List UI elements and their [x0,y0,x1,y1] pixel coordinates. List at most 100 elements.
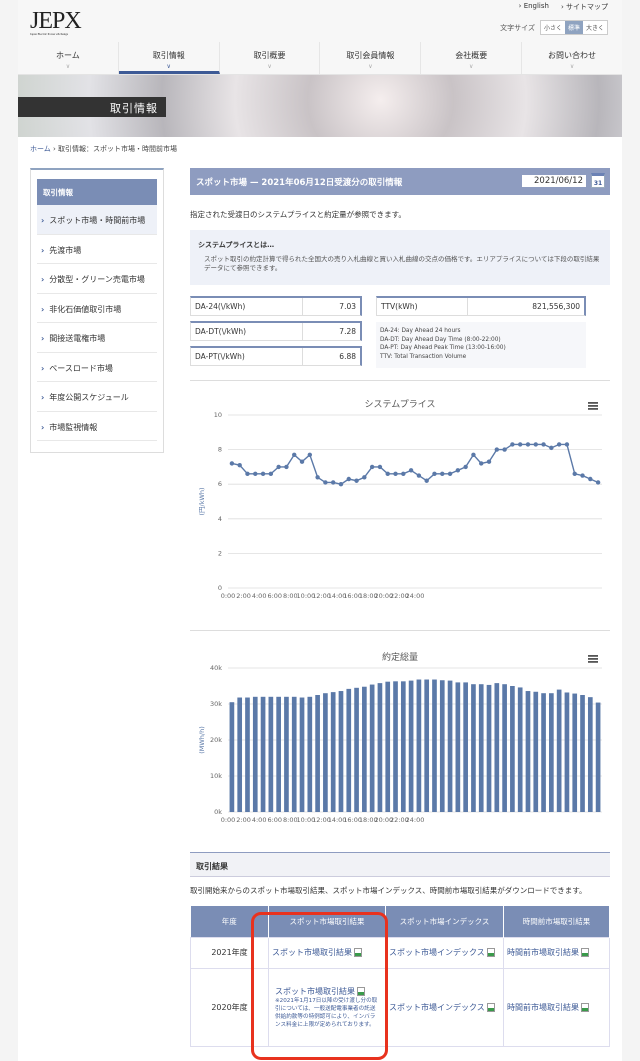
breadcrumb-home[interactable]: ホーム [30,145,51,153]
price-point [517,442,523,447]
menu-icon-bar [588,402,598,404]
note-text: スポット取引の約定計算で得られた全国大の売り入札曲線と買い入札曲線の交点の価格で… [204,255,600,273]
y-axis-label: (円/kWh) [198,487,206,515]
nav-label: 取引概要 [253,51,286,60]
index-link[interactable]: スポット市場インデックス [385,967,504,1047]
price-line [231,443,599,485]
metric-label: TTV(kWh) [381,302,418,311]
menu-icon-bar [588,661,598,663]
chevron-down-icon: ∨ [65,63,71,70]
price-point [510,442,515,447]
english-link[interactable]: › English [519,2,549,12]
volume-bar [502,684,507,812]
y-tick-label: 20k [210,736,222,744]
volume-bar [517,687,523,812]
volume-bar [432,679,437,812]
price-point [377,464,383,470]
metric-dadt: DA-DT(\/kWh) 7.28 [190,321,362,341]
x-tick-label: 2:00 [236,592,251,600]
sidebar-item[interactable]: › 年度公開スケジュール [37,382,157,412]
price-point [330,480,336,485]
metric-value: 7.03 [302,298,360,315]
metric-ttv: TTV(kWh) 821,556,300 [376,296,586,316]
x-tick-label: 0:00 [221,592,236,600]
english-label: English [523,2,549,10]
page: JEPX Japan Electric Power eXchange › Engl… [18,0,622,1061]
nav-label: ホーム [56,51,80,60]
nav-trading-overview[interactable]: 取引概要 ∨ [220,42,321,74]
sidebar-item[interactable]: › 市場監視情報 [37,412,157,441]
price-point [541,442,546,447]
y-tick-label: 10 [214,411,222,419]
font-small-button[interactable]: 小さく [541,21,565,34]
link-text: 時間前市場取引結果 [507,948,579,958]
font-large-button[interactable]: 大きく [583,21,607,34]
chevron-right-icon: › [41,334,45,343]
volume-bar [252,696,258,812]
results-title: 取引結果 [190,852,610,877]
price-point [564,442,570,447]
chart-title: システムプライス [365,399,436,410]
breadcrumb: ホーム › 取引情報：スポット市場・時間前市場 [30,144,177,154]
sidebar-item[interactable]: › 先渡市場 [37,235,157,264]
font-standard-button[interactable]: 標準 [564,21,583,34]
volume-bar [307,696,313,812]
price-point [525,442,531,447]
nav-trading-info[interactable]: 取引情報 ∨ [118,42,220,74]
price-point [479,461,484,466]
volume-bar [315,695,320,812]
sidebar-item-label: スポット市場・時間前市場 [49,216,146,225]
nav-members[interactable]: 取引会員情報 ∨ [320,42,422,74]
volume-bar [564,692,570,812]
y-tick-label: 40k [210,664,222,672]
volume-bar [587,697,593,812]
metric-dapt: DA-PT(\/kWh) 6.88 [190,346,362,366]
price-point [416,473,422,478]
metric-value: 7.28 [302,323,360,340]
index-link[interactable]: スポット市場インデックス [385,936,504,969]
price-point [292,452,297,457]
price-point [253,471,258,477]
sidebar-item[interactable]: › 非化石価値取引市場 [37,294,157,323]
sidebar-item[interactable]: › 間接送電権市場 [37,323,157,353]
excel-file-icon [486,948,495,958]
sidebar-item[interactable]: › ベースロード市場 [37,353,157,382]
volume-bar [323,693,328,812]
price-point [463,464,468,470]
jepx-logo[interactable]: JEPX Japan Electric Power eXchange [30,8,82,36]
x-tick-label: 4:00 [252,592,267,600]
volume-bar [525,691,531,812]
calendar-icon[interactable]: 31 [591,173,605,188]
date-input[interactable]: 2021/06/12 [522,175,586,187]
volume-bar [354,687,359,812]
menu-icon[interactable] [588,402,598,410]
volume-bar [299,697,305,812]
menu-icon[interactable] [588,655,598,663]
sidebar-item[interactable]: › 分散型・グリーン売電市場 [37,264,157,294]
intraday-link[interactable]: 時間前市場取引結果 [503,936,610,969]
volume-bar [533,691,539,812]
nav-contact[interactable]: お問い合わせ ∨ [522,42,622,74]
volume-bar [494,683,500,812]
price-point [432,471,437,477]
volume-bar [377,683,383,812]
sidebar-item[interactable]: › スポット市場・時間前市場 [37,205,157,235]
intraday-link[interactable]: 時間前市場取引結果 [503,967,610,1047]
price-point [260,471,266,477]
sitemap-link[interactable]: › サイトマップ [561,2,608,12]
nav-label: 会社概要 [455,51,488,60]
x-tick-label: 24:00 [406,592,425,600]
x-tick-label: 6:00 [267,592,282,600]
link-text: スポット市場インデックス [389,1002,485,1012]
chevron-right-icon: › [41,422,45,432]
nav-company[interactable]: 会社概要 ∨ [421,42,523,74]
font-size-label: 文字サイズ [500,23,535,32]
x-tick-label: 2:00 [236,816,251,824]
price-point [385,471,390,477]
highlight-annotation [251,912,388,1060]
volume-bar [393,681,398,812]
legend-line: TTV: Total Transaction Volume [380,354,467,361]
x-tick-label: 8:00 [283,592,298,600]
price-point [556,442,562,447]
nav-home[interactable]: ホーム ∨ [18,42,119,74]
